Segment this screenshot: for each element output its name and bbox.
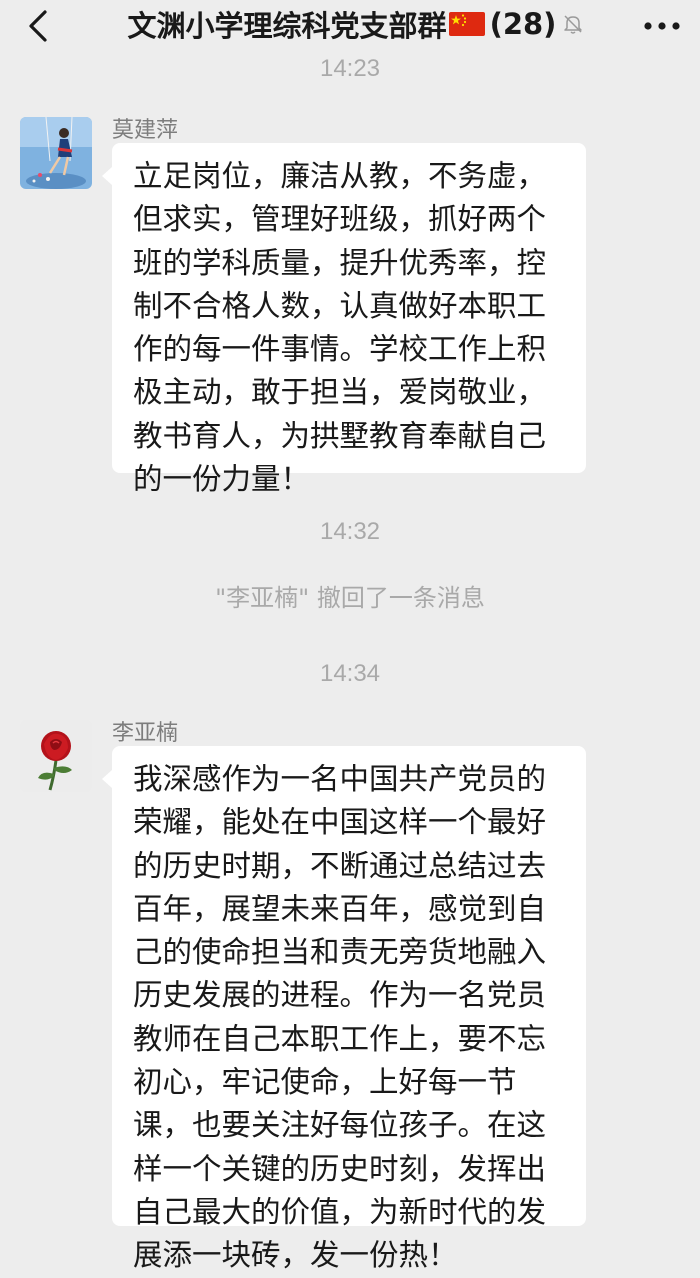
message-line: 初心，牢记使命，上好每一节 [133,1065,517,1100]
message-bubble[interactable]: 立足岗位，廉洁从教，不务虚， 但求实，管理好班级，抓好两个 班的学科质量，提升优… [102,143,586,496]
message-line: 我深感作为一名中国共产党员的 [133,762,547,796]
girl-on-swing-avatar [20,117,92,189]
timestamp: 14:34 [319,660,381,687]
more-dots-icon [644,22,680,30]
message-line: 作的每一件事情。学校工作上积 [133,332,547,367]
avatar[interactable] [20,117,92,189]
message-line: 教书育人，为拱墅教育奉献自己 [133,418,547,453]
member-count: (28) [489,7,557,41]
message-bubble[interactable]: 我深感作为一名中国共产党员的 荣耀，能处在中国这样一个最好 的历史时期，不断通过… [102,746,586,1272]
message-line: 样一个关键的历史时刻，发挥出 [133,1151,547,1186]
message-line: 的一份力量！ [133,462,311,497]
message-line: 课，也要关注好每位孩子。在这 [133,1108,547,1143]
message-line: 展添一块砖，发一份热！ [133,1238,458,1273]
china-flag-icon [448,12,485,36]
timestamp: 14:32 [319,518,381,545]
message-line: 班的学科质量，提升优秀率，控 [133,245,547,280]
message-line: 但求实，管理好班级，抓好两个 [133,202,547,237]
message-line: 荣耀，能处在中国这样一个最好 [133,805,547,840]
avatar[interactable] [20,720,92,792]
message-line: 历史发展的进程。作为一名党员 [133,978,547,1013]
recall-notice: "李亚楠" 撤回了一条消息 [215,584,485,612]
message-line: 教师在自己本职工作上，要不忘 [133,1021,547,1056]
chat-header: 文渊小学理综科党支部群 (28) [0,0,700,52]
red-rose-avatar [20,720,92,792]
sender-name: 莫建萍 [112,118,179,143]
message-line: 自己最大的价值，为新时代的发 [133,1194,547,1229]
chevron-left-icon [29,10,47,42]
group-name: 文渊小学理综科党支部群 [127,9,447,43]
bell-muted-icon [564,15,583,34]
message-line: 极主动，敢于担当，爱岗敬业， [133,375,547,410]
message-line: 己的使命担当和责无旁货地融入 [133,935,547,970]
sender-name: 李亚楠 [112,721,179,746]
chat-title: 文渊小学理综科党支部群 (28) [86,4,626,44]
message-line: 立足岗位，廉洁从教，不务虚， [133,159,547,193]
message-line: 百年，展望未来百年，感觉到自 [133,891,547,926]
more-button[interactable] [638,6,686,46]
back-button[interactable] [18,6,58,46]
timestamp: 14:23 [319,55,381,82]
message-line: 的历史时期，不断通过总结过去 [133,848,547,883]
message-line: 制不合格人数，认真做好本职工 [133,288,547,323]
